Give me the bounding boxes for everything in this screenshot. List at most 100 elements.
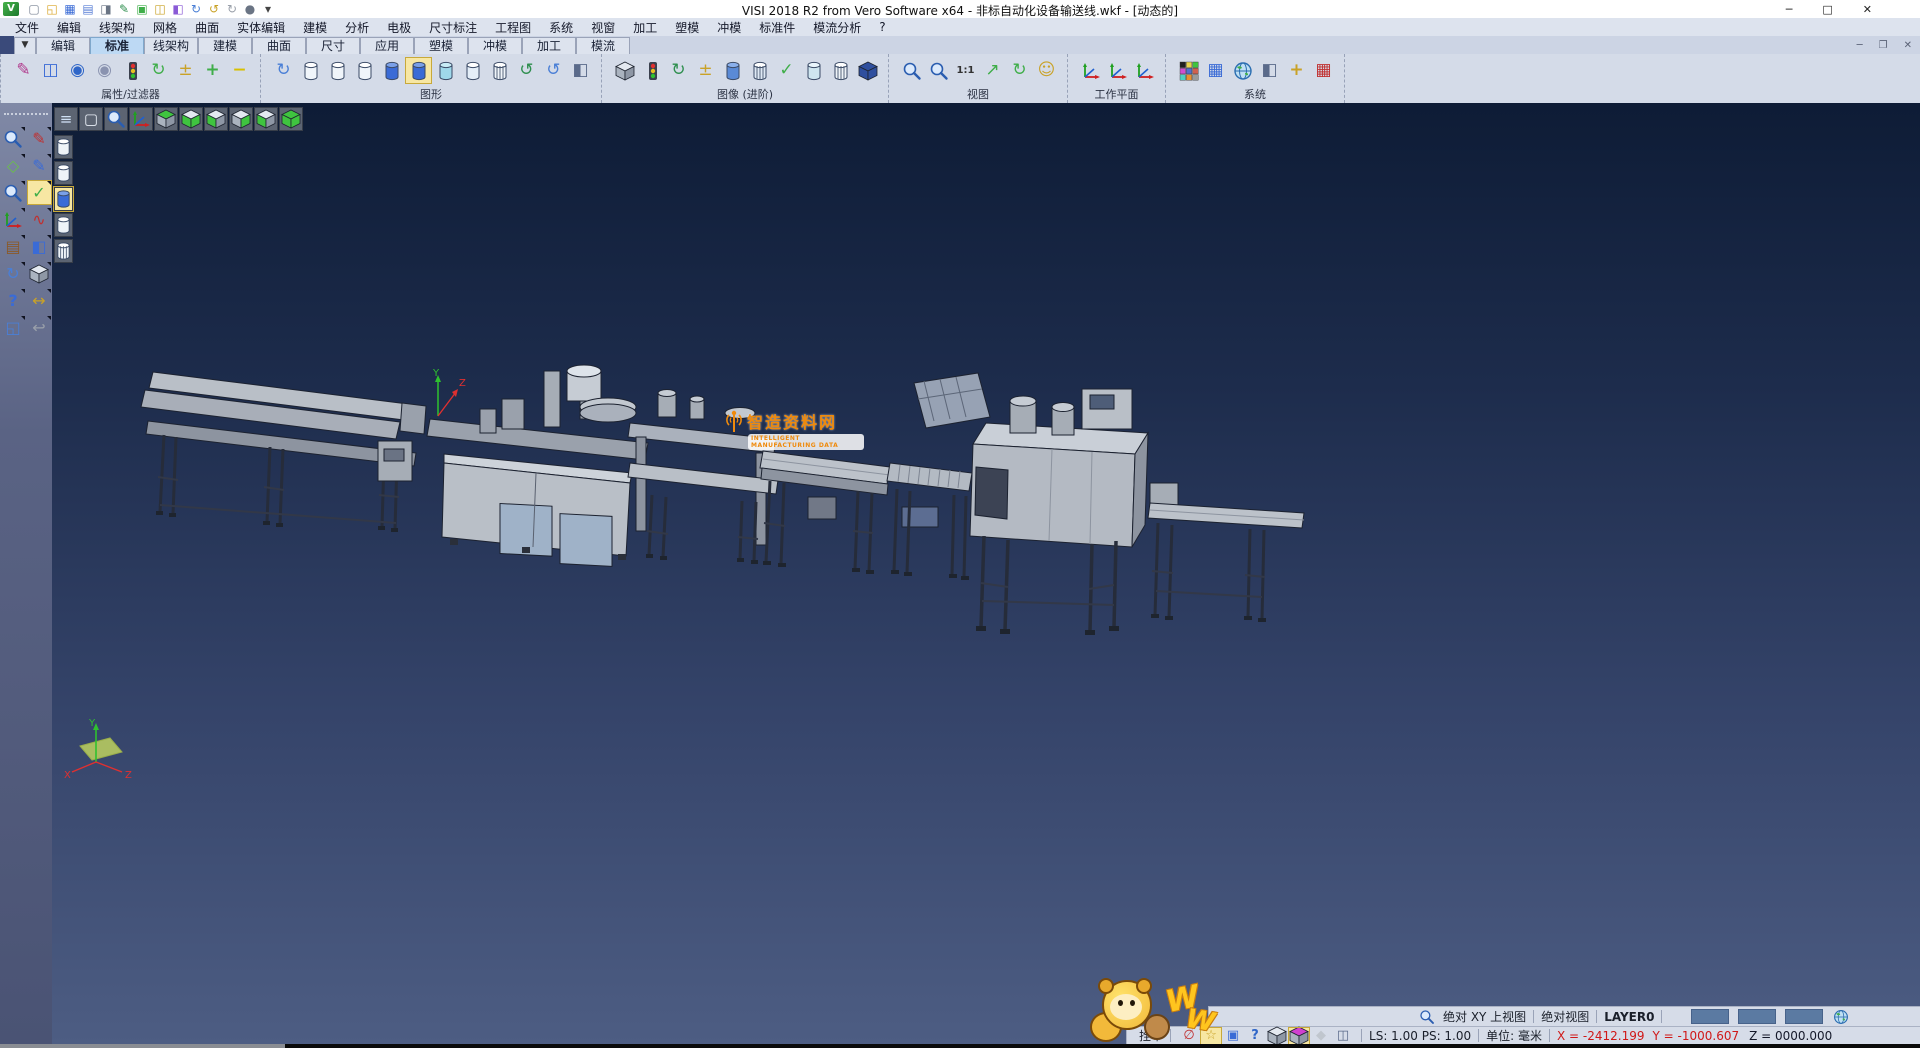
zoom-all-icon[interactable]	[899, 58, 924, 83]
layer-bar[interactable]	[1738, 1009, 1776, 1024]
doc-close-button[interactable]: ✕	[1904, 40, 1912, 51]
menu-item[interactable]: ?	[870, 20, 894, 34]
tab-item[interactable]: 曲面	[252, 37, 306, 54]
tab-item[interactable]: 编辑	[36, 37, 90, 54]
maximize-button[interactable]: □	[1822, 3, 1832, 16]
measure-distance-icon[interactable]: ↔	[28, 289, 51, 312]
system-monitor-icon[interactable]: ▦	[1203, 58, 1228, 83]
filter-traffic-light-icon[interactable]	[119, 58, 144, 83]
system-raster-icon[interactable]: ▦	[1311, 58, 1336, 83]
attribute-books-icon[interactable]: ▤	[2, 235, 25, 258]
solid-mesh-icon[interactable]	[828, 58, 853, 83]
view-mode-label[interactable]: 绝对 XY 上视图	[1443, 1008, 1526, 1025]
view-search-icon[interactable]	[1419, 1009, 1435, 1025]
show-entities-eye-icon[interactable]: ◉	[65, 58, 90, 83]
snap-lock-label[interactable]: 拴牢	[1139, 1027, 1163, 1044]
tab-item[interactable]: 应用	[360, 37, 414, 54]
solid-validate-icon[interactable]: ✓	[774, 58, 799, 83]
absolute-view-label[interactable]: 绝对视图	[1541, 1008, 1589, 1025]
menu-item[interactable]: 标准件	[750, 19, 804, 36]
view-cube-dark-icon[interactable]	[855, 58, 880, 83]
no-entry-icon[interactable]: ∅	[1179, 1028, 1199, 1044]
export-cube-icon[interactable]	[1267, 1028, 1287, 1044]
zoom-solid-icon[interactable]	[2, 181, 25, 204]
view-front-icon[interactable]	[254, 107, 278, 131]
menu-item[interactable]: 尺寸标注	[420, 19, 486, 36]
tab-item[interactable]: 加工	[522, 37, 576, 54]
display-shaded-icon[interactable]	[54, 187, 73, 211]
solid-tag-icon[interactable]	[801, 58, 826, 83]
erase-entities-icon[interactable]: ✎	[28, 127, 51, 150]
view-top-icon[interactable]	[154, 107, 178, 131]
workplane-align-icon[interactable]	[1132, 58, 1157, 83]
close-button[interactable]: ✕	[1863, 3, 1872, 16]
system-pick-icon[interactable]: +	[1284, 58, 1309, 83]
ucs-axes-icon[interactable]	[2, 208, 25, 231]
selection-filter-icon[interactable]	[2, 127, 25, 150]
solids-plus-minus-icon[interactable]: ±	[693, 58, 718, 83]
menu-item[interactable]: 实体编辑	[228, 19, 294, 36]
menu-item[interactable]: 文件	[6, 19, 48, 36]
view-orientation-face-icon[interactable]: ☺	[1034, 58, 1059, 83]
filter-remove-icon[interactable]: −	[227, 58, 252, 83]
tab-item[interactable]: 冲模	[468, 37, 522, 54]
workplane-view-icon[interactable]	[1105, 58, 1130, 83]
view-isometric-icon[interactable]	[279, 107, 303, 131]
display-flat-icon[interactable]	[54, 213, 73, 237]
menu-item[interactable]: 建模	[294, 19, 336, 36]
workplane-axes-icon[interactable]	[1078, 58, 1103, 83]
view-left-icon[interactable]	[204, 107, 228, 131]
visibility-plus-minus-icon[interactable]: ±	[173, 58, 198, 83]
doc-minimize-button[interactable]: ─	[1857, 40, 1863, 51]
status-help-icon[interactable]: ?	[1245, 1028, 1265, 1044]
menu-item[interactable]: 模流分析	[804, 19, 870, 36]
menu-item[interactable]: 系统	[540, 19, 582, 36]
menu-item[interactable]: 编辑	[48, 19, 90, 36]
curve-edit-icon[interactable]: ∿	[28, 208, 51, 231]
menu-item[interactable]: 视窗	[582, 19, 624, 36]
globe-icon[interactable]	[1833, 1009, 1849, 1025]
solid-shaded-icon[interactable]	[720, 58, 745, 83]
view-plane-icon[interactable]: ▢	[79, 107, 103, 131]
toolbar-drag-handle[interactable]	[4, 113, 48, 121]
regenerate-icon[interactable]: ↻	[271, 58, 296, 83]
zoom-scale-1-1-icon[interactable]: 1:1	[953, 58, 978, 83]
render-mesh-icon[interactable]	[487, 58, 512, 83]
help-icon[interactable]: ?	[2, 289, 25, 312]
tab-item[interactable]: 尺寸	[306, 37, 360, 54]
render-flat-icon[interactable]	[460, 58, 485, 83]
tab-item[interactable]: 建模	[198, 37, 252, 54]
system-colors-icon[interactable]	[1176, 58, 1201, 83]
confirm-checkbox-icon[interactable]: ✓	[28, 181, 51, 204]
layer-bar[interactable]	[1785, 1009, 1823, 1024]
render-shaded-edges-icon[interactable]	[406, 58, 431, 83]
menu-item[interactable]: 工程图	[486, 19, 540, 36]
system-globe-icon[interactable]	[1230, 58, 1255, 83]
hide-entities-eye-icon[interactable]: ◉	[92, 58, 117, 83]
render-dashed-icon[interactable]	[352, 58, 377, 83]
component-box-icon[interactable]: ▣	[1223, 1028, 1243, 1044]
view-right-icon[interactable]	[229, 107, 253, 131]
tab-item[interactable]: 线架构	[144, 37, 198, 54]
render-transparent-icon[interactable]	[433, 58, 458, 83]
view-vector-icon[interactable]: ↗	[980, 58, 1005, 83]
tab-active[interactable]: 标准	[90, 37, 144, 54]
view-refresh-icon[interactable]: ↻	[1007, 58, 1032, 83]
menu-item[interactable]: 线架构	[90, 19, 144, 36]
menu-item[interactable]: 分析	[336, 19, 378, 36]
filter-add-icon[interactable]: +	[200, 58, 225, 83]
solid-striped-icon[interactable]	[747, 58, 772, 83]
delete-trash-icon[interactable]: ◱	[2, 316, 25, 339]
view-menu-icon[interactable]: ≡	[54, 107, 78, 131]
active-layer-label[interactable]: LAYER0	[1604, 1010, 1654, 1024]
system-window-tools-icon[interactable]: ◧	[1257, 58, 1282, 83]
zoom-window-icon[interactable]	[926, 58, 951, 83]
menu-item[interactable]: 塑模	[666, 19, 708, 36]
garment-icon[interactable]: ◆	[1311, 1028, 1331, 1044]
view-axonometric-icon[interactable]	[129, 107, 153, 131]
menu-item[interactable]: 网格	[144, 19, 186, 36]
solids-refresh-icon[interactable]: ↻	[666, 58, 691, 83]
monitor-tools-icon[interactable]: ◧	[568, 58, 593, 83]
view-bottom-icon[interactable]	[179, 107, 203, 131]
attribute-copy-icon[interactable]: ◫	[38, 58, 63, 83]
